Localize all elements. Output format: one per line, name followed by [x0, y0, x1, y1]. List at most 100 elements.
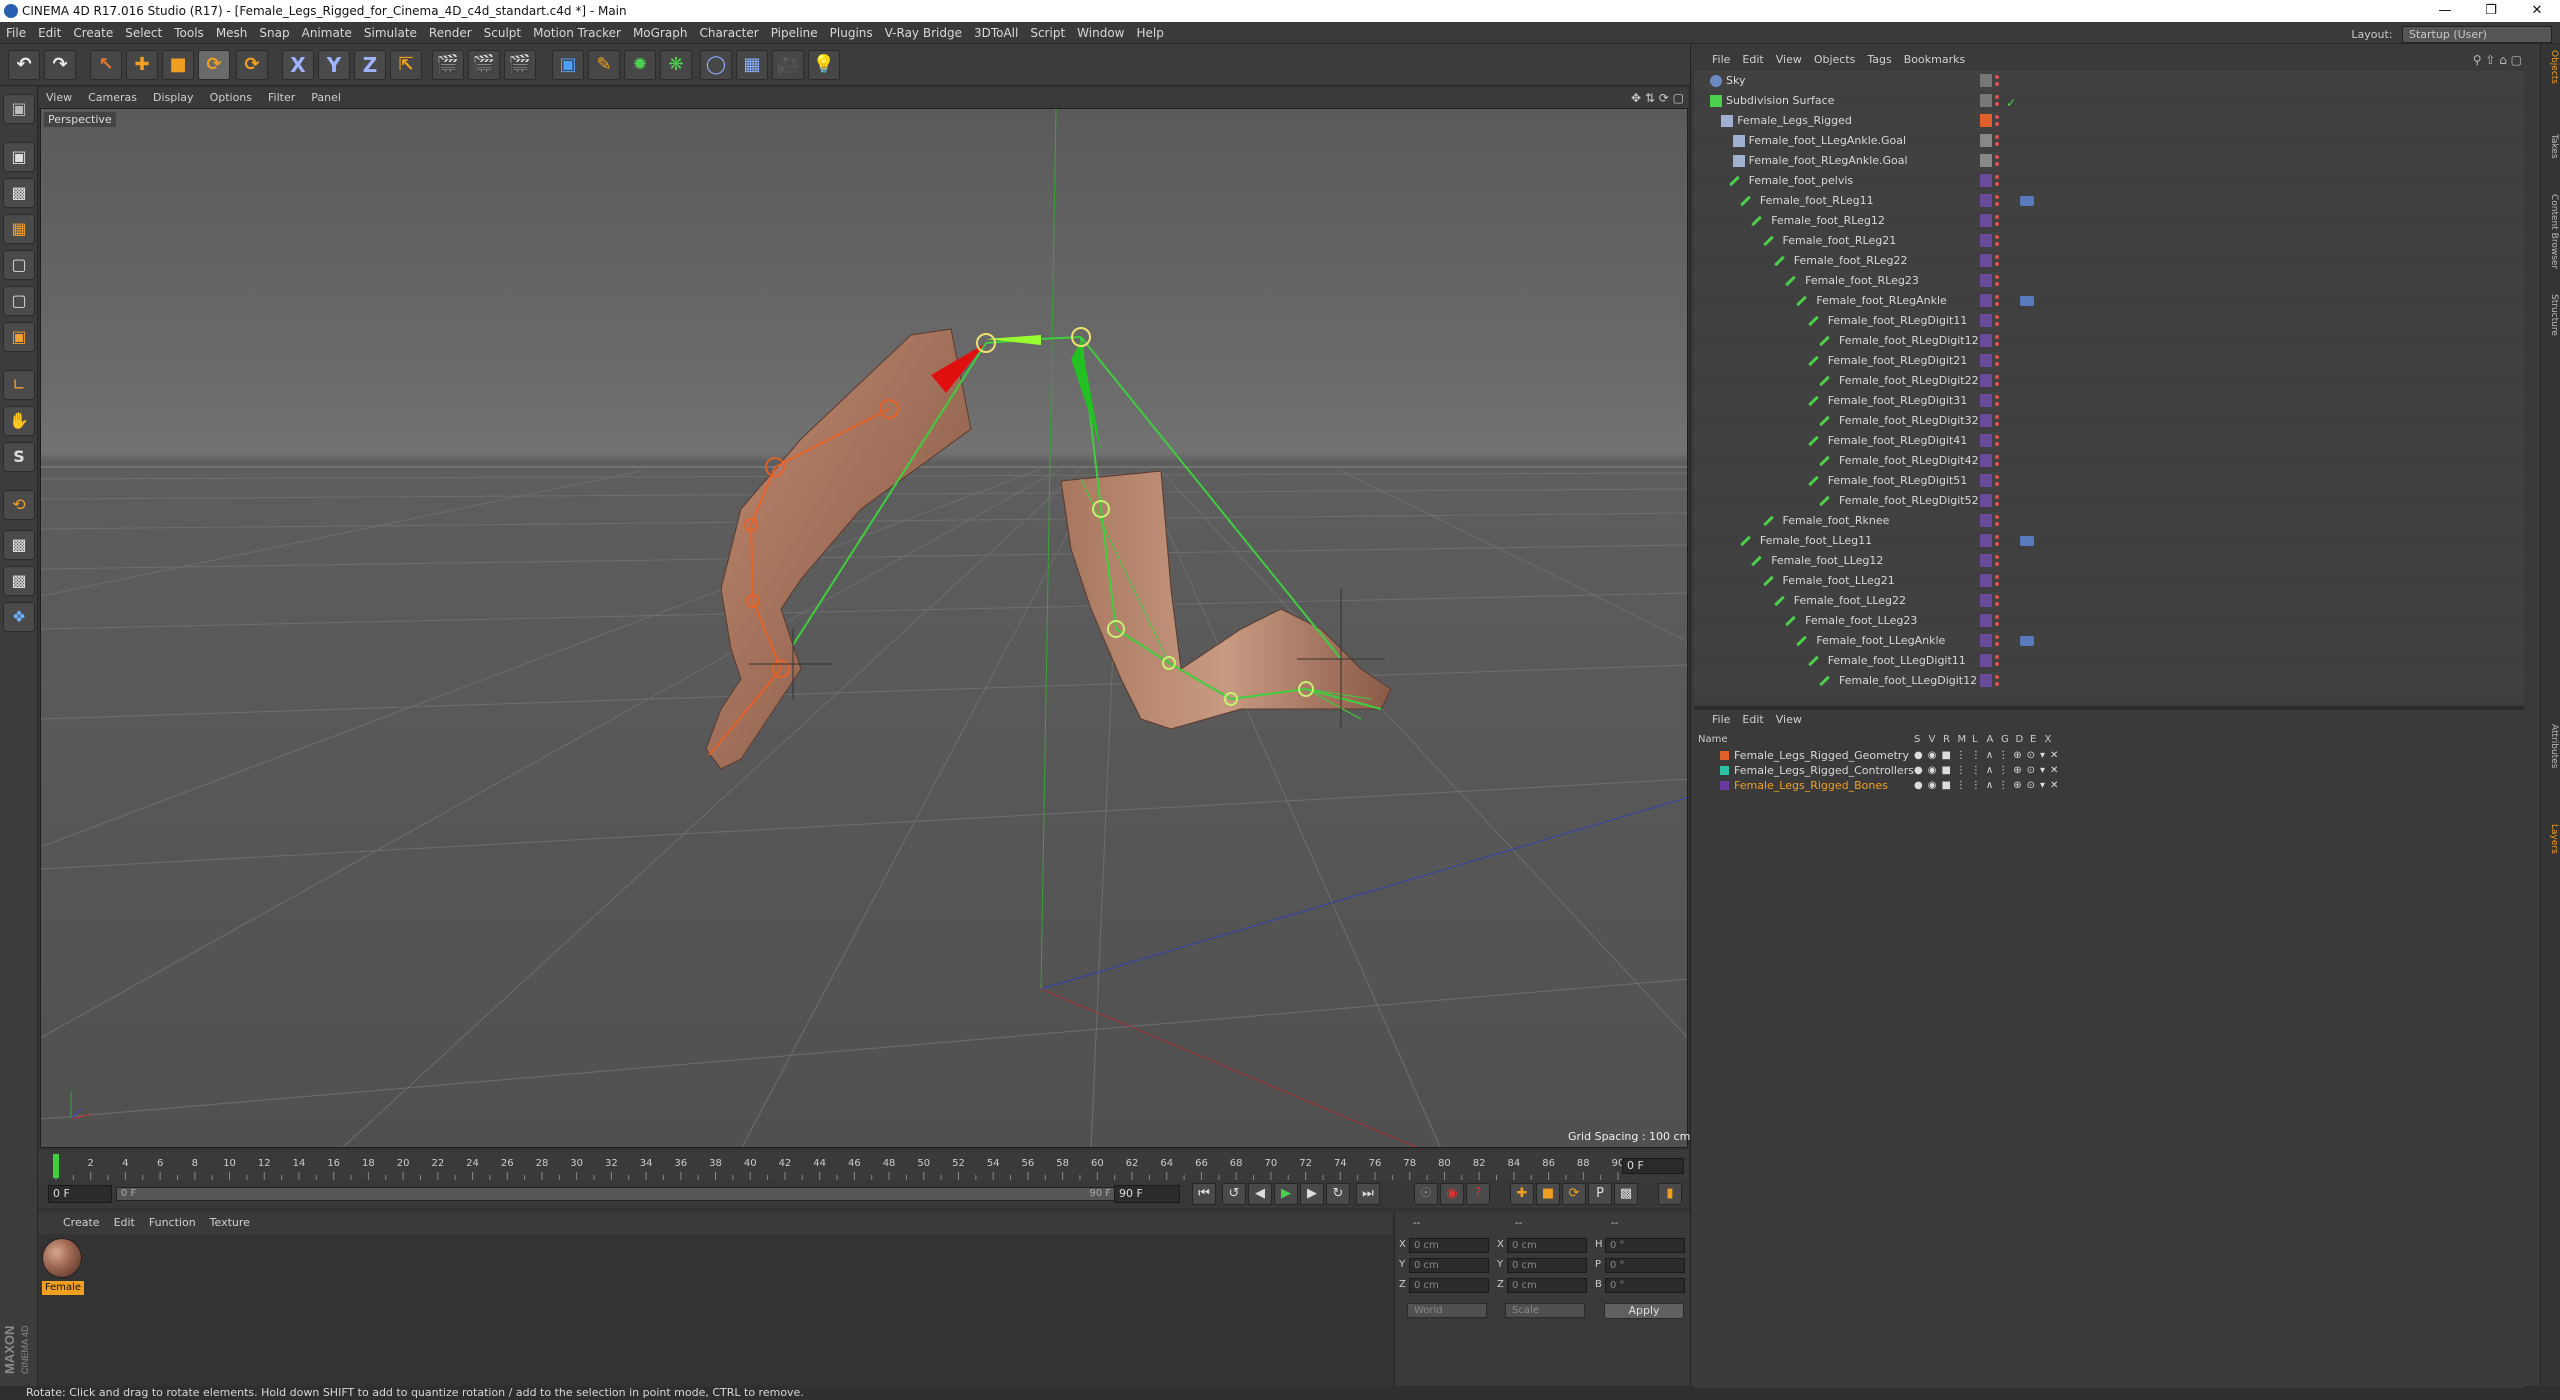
size-field[interactable]: 0 cm	[1507, 1278, 1587, 1293]
object-menu-objects[interactable]: Objects	[1808, 50, 1862, 70]
editor-visibility-dot[interactable]	[1995, 635, 1999, 639]
record-keys-icon[interactable]: ☉	[1414, 1183, 1438, 1205]
layer-color-swatch[interactable]	[1980, 474, 1992, 487]
material-menu-function[interactable]: Function	[142, 1212, 203, 1234]
render-visibility-dot[interactable]	[1995, 262, 1999, 266]
visibility-dots[interactable]	[1995, 233, 1999, 249]
object-row-female-foot-rlegankle[interactable]: Female_foot_RLegAnkle	[1694, 291, 2524, 311]
size-field[interactable]: 0 cm	[1507, 1258, 1587, 1273]
layer-toggle-icons[interactable]: ●◉■⋮⋮∧⋮⊕⊙▾✕	[1914, 748, 2063, 763]
layer-color-swatch[interactable]	[1980, 194, 1992, 207]
object-row-female-foot-llegdigit12[interactable]: Female_foot_LLegDigit12	[1694, 671, 2524, 691]
render-visibility-dot[interactable]	[1995, 182, 1999, 186]
menu-plugins[interactable]: Plugins	[824, 22, 879, 44]
undo-button[interactable]: ↶	[8, 50, 40, 80]
object-menu-file[interactable]: File	[1706, 50, 1736, 70]
layer-color-swatch[interactable]	[1980, 554, 1992, 567]
maximize-button[interactable]: ❐	[2468, 0, 2514, 22]
object-row-female-foot-rlegdigit22[interactable]: Female_foot_RLegDigit22	[1694, 371, 2524, 391]
key-param-icon[interactable]: P	[1588, 1183, 1612, 1205]
layer-color-swatch[interactable]	[1980, 294, 1992, 307]
menu-tools[interactable]: Tools	[168, 22, 210, 44]
menu-3dtoall[interactable]: 3DToAll	[968, 22, 1024, 44]
object-row-female-foot-rlegdigit42[interactable]: Female_foot_RLegDigit42	[1694, 451, 2524, 471]
layer-color-swatch[interactable]	[1980, 274, 1992, 287]
range-slider[interactable]: 0 F 90 F	[116, 1187, 1116, 1201]
axis-mode-icon[interactable]: ∟	[3, 370, 35, 400]
object-row-female-foot-rlegdigit12[interactable]: Female_foot_RLegDigit12	[1694, 331, 2524, 351]
ik-tag-icon[interactable]	[2020, 636, 2034, 646]
viewport-menu-cameras[interactable]: Cameras	[80, 88, 145, 108]
visibility-dots[interactable]	[1995, 313, 1999, 329]
layer-color-swatch[interactable]	[1980, 454, 1992, 467]
next-frame-icon[interactable]: ▶	[1300, 1183, 1324, 1205]
ik-tag-icon[interactable]	[2020, 196, 2034, 206]
render-visibility-dot[interactable]	[1995, 222, 1999, 226]
live-selection-icon[interactable]: ↖	[90, 50, 122, 80]
layer-column-e[interactable]: E	[2030, 732, 2036, 748]
render-visibility-dot[interactable]	[1995, 562, 1999, 566]
next-key-icon[interactable]: ↻	[1326, 1183, 1350, 1205]
visibility-dots[interactable]	[1995, 333, 1999, 349]
object-row-female-foot-rleg12[interactable]: Female_foot_RLeg12	[1694, 211, 2524, 231]
render-visibility-dot[interactable]	[1995, 102, 1999, 106]
menu-create[interactable]: Create	[67, 22, 119, 44]
go-to-end-icon[interactable]: ⏭	[1356, 1183, 1380, 1205]
key-rotation-icon[interactable]: ⟳	[1562, 1183, 1586, 1205]
layer-row-female-legs-rigged-geometry[interactable]: Female_Legs_Rigged_Geometry ●◉■⋮⋮∧⋮⊕⊙▾✕	[1694, 748, 2524, 763]
object-row-subdivision-surface[interactable]: Subdivision Surface ✓	[1694, 91, 2524, 111]
layer-color-swatch[interactable]	[1720, 766, 1729, 775]
visibility-dots[interactable]	[1995, 173, 1999, 189]
editor-visibility-dot[interactable]	[1995, 535, 1999, 539]
layer-row-female-legs-rigged-bones[interactable]: Female_Legs_Rigged_Bones ●◉■⋮⋮∧⋮⊕⊙▾✕	[1694, 778, 2524, 793]
editor-visibility-dot[interactable]	[1995, 455, 1999, 459]
editor-visibility-dot[interactable]	[1995, 115, 1999, 119]
menu-render[interactable]: Render	[423, 22, 478, 44]
object-row-female-foot-llegdigit11[interactable]: Female_foot_LLegDigit11	[1694, 651, 2524, 671]
right-tab-takes[interactable]: Takes	[2543, 134, 2559, 159]
menu-script[interactable]: Script	[1024, 22, 1071, 44]
lock-z-axis-button[interactable]: Z	[354, 50, 386, 80]
grid-lock-icon[interactable]: ▩	[3, 566, 35, 596]
menu-mesh[interactable]: Mesh	[210, 22, 254, 44]
model-mode-icon[interactable]: ▣	[3, 142, 35, 172]
menu-mograph[interactable]: MoGraph	[627, 22, 694, 44]
object-manager-search-icon[interactable]: ⚲ ⇧ ⌂ ▢	[2473, 50, 2522, 70]
previous-key-icon[interactable]: ↺	[1222, 1183, 1246, 1205]
layer-column-d[interactable]: D	[2016, 732, 2024, 748]
visibility-dots[interactable]	[1995, 373, 1999, 389]
layer-color-swatch[interactable]	[1720, 751, 1729, 760]
visibility-dots[interactable]	[1995, 273, 1999, 289]
viewport-menu-display[interactable]: Display	[145, 88, 202, 108]
object-row-female-foot-rlegdigit41[interactable]: Female_foot_RLegDigit41	[1694, 431, 2524, 451]
render-visibility-dot[interactable]	[1995, 462, 1999, 466]
editor-visibility-dot[interactable]	[1995, 335, 1999, 339]
layer-color-swatch[interactable]	[1980, 234, 1992, 247]
viewport-nav-icons[interactable]: ✥ ⇅ ⟳ ▢	[1631, 88, 1684, 108]
editor-visibility-dot[interactable]	[1995, 195, 1999, 199]
right-tab-layers[interactable]: Layers	[2543, 824, 2559, 854]
autokey-icon[interactable]: ?	[1466, 1183, 1490, 1205]
workplane-mode-icon[interactable]: ▦	[3, 214, 35, 244]
editor-visibility-dot[interactable]	[1995, 355, 1999, 359]
visibility-dots[interactable]	[1995, 73, 1999, 89]
render-settings-icon[interactable]: 🎬	[504, 50, 536, 80]
editor-visibility-dot[interactable]	[1995, 295, 1999, 299]
cube-primitive-icon[interactable]: ▣	[552, 50, 584, 80]
object-menu-tags[interactable]: Tags	[1861, 50, 1897, 70]
editor-visibility-dot[interactable]	[1995, 75, 1999, 79]
layer-column-v[interactable]: V	[1929, 732, 1936, 748]
render-visibility-dot[interactable]	[1995, 382, 1999, 386]
render-visibility-dot[interactable]	[1995, 642, 1999, 646]
visibility-dots[interactable]	[1995, 513, 1999, 529]
layer-color-swatch[interactable]	[1980, 214, 1992, 227]
layer-color-swatch[interactable]	[1980, 574, 1992, 587]
layer-color-swatch[interactable]	[1980, 334, 1992, 347]
layer-color-swatch[interactable]	[1980, 634, 1992, 647]
object-menu-view[interactable]: View	[1770, 50, 1808, 70]
floor-object-icon[interactable]: ▦	[736, 50, 768, 80]
play-forward-icon[interactable]: ▶	[1274, 1183, 1298, 1205]
editor-visibility-dot[interactable]	[1995, 135, 1999, 139]
layer-column-a[interactable]: A	[1987, 732, 1994, 748]
perspective-viewport[interactable]	[40, 108, 1688, 1148]
